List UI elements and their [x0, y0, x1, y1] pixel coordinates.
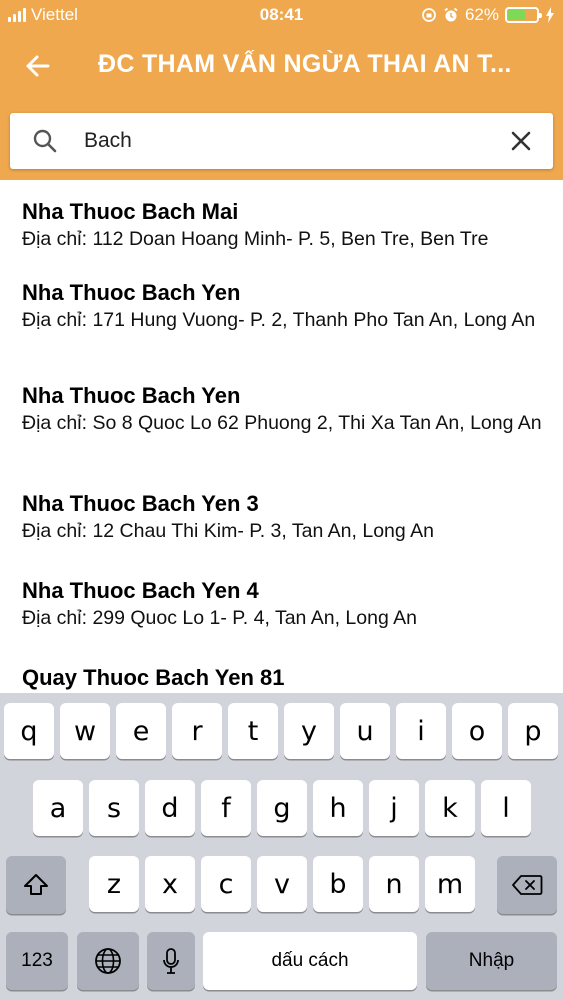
item-address: Địa chỉ: 112 Doan Hoang Minh- P. 5, Ben …: [22, 228, 489, 250]
app-header: Viettel 08:41 62% ĐC THAM VẤN NGỪA THAI …: [0, 0, 563, 180]
key-e[interactable]: e: [116, 703, 166, 759]
key-h[interactable]: h: [313, 780, 363, 836]
numbers-key[interactable]: 123: [6, 932, 68, 990]
key-k[interactable]: k: [425, 780, 475, 836]
results-list: Nha Thuoc Bach Mai Địa chỉ: 112 Doan Hoa…: [0, 180, 563, 695]
key-c[interactable]: c: [201, 856, 251, 912]
key-a[interactable]: a: [33, 780, 83, 836]
item-name: Nha Thuoc Bach Yen: [22, 383, 241, 408]
key-r[interactable]: r: [172, 703, 222, 759]
key-y[interactable]: y: [284, 703, 334, 759]
key-v[interactable]: v: [257, 856, 307, 912]
list-item[interactable]: Nha Thuoc Bach Yen 3 Địa chỉ: 12 Chau Th…: [22, 490, 542, 544]
page-title: ĐC THAM VẤN NGỪA THAI AN T...: [98, 50, 512, 78]
search-input[interactable]: [84, 123, 484, 159]
list-item[interactable]: Nha Thuoc Bach Mai Địa chỉ: 112 Doan Hoa…: [22, 198, 542, 252]
key-d[interactable]: d: [145, 780, 195, 836]
key-t[interactable]: t: [228, 703, 278, 759]
key-w[interactable]: w: [60, 703, 110, 759]
key-f[interactable]: f: [201, 780, 251, 836]
key-l[interactable]: l: [481, 780, 531, 836]
key-g[interactable]: g: [257, 780, 307, 836]
item-address: Địa chỉ: 171 Hung Vuong- P. 2, Thanh Pho…: [22, 309, 536, 331]
key-x[interactable]: x: [145, 856, 195, 912]
on-screen-keyboard: q w e r t y u i o p a s d f g h j k l z …: [0, 693, 563, 1000]
key-m[interactable]: m: [425, 856, 475, 912]
item-name: Nha Thuoc Bach Yen: [22, 280, 241, 305]
list-item[interactable]: Nha Thuoc Bach Yen Địa chỉ: So 8 Quoc Lo…: [22, 382, 542, 436]
key-b[interactable]: b: [313, 856, 363, 912]
battery-icon: [505, 7, 542, 23]
orientation-lock-icon: [422, 8, 436, 22]
key-n[interactable]: n: [369, 856, 419, 912]
close-icon[interactable]: [509, 129, 533, 153]
shift-key[interactable]: [6, 856, 66, 914]
item-name: Nha Thuoc Bach Yen 4: [22, 578, 259, 603]
app-bar: ĐC THAM VẤN NGỪA THAI AN T...: [0, 36, 563, 98]
list-item[interactable]: Quay Thuoc Bach Yen 81: [22, 664, 542, 692]
item-name: Quay Thuoc Bach Yen 81: [22, 665, 285, 690]
list-item[interactable]: Nha Thuoc Bach Yen Địa chỉ: 171 Hung Vuo…: [22, 279, 542, 333]
key-s[interactable]: s: [89, 780, 139, 836]
item-address: Địa chỉ: 299 Quoc Lo 1- P. 4, Tan An, Lo…: [22, 607, 417, 629]
space-key[interactable]: dấu cách: [203, 932, 417, 990]
backspace-key[interactable]: [497, 856, 557, 914]
return-key[interactable]: Nhập: [426, 932, 557, 990]
globe-key[interactable]: [77, 932, 139, 990]
status-bar: Viettel 08:41 62%: [0, 0, 563, 30]
charging-icon: [546, 7, 554, 23]
list-item[interactable]: Nha Thuoc Bach Yen 4 Địa chỉ: 299 Quoc L…: [22, 577, 542, 631]
microphone-icon: [163, 948, 179, 974]
key-q[interactable]: q: [4, 703, 54, 759]
item-address: Địa chỉ: So 8 Quoc Lo 62 Phuong 2, Thi X…: [22, 412, 542, 434]
item-address: Địa chỉ: 12 Chau Thi Kim- P. 3, Tan An, …: [22, 520, 434, 542]
search-icon: [33, 129, 57, 153]
key-z[interactable]: z: [89, 856, 139, 912]
battery-percent: 62%: [464, 5, 499, 24]
shift-icon: [24, 874, 48, 895]
microphone-key[interactable]: [147, 932, 195, 990]
item-name: Nha Thuoc Bach Mai: [22, 199, 239, 224]
key-i[interactable]: i: [396, 703, 446, 759]
arrow-left-icon[interactable]: [22, 50, 54, 82]
alarm-icon: [444, 7, 458, 22]
search-bar[interactable]: [10, 113, 553, 169]
backspace-icon: [512, 875, 543, 895]
globe-icon: [95, 948, 121, 974]
item-name: Nha Thuoc Bach Yen 3: [22, 491, 259, 516]
key-u[interactable]: u: [340, 703, 390, 759]
key-j[interactable]: j: [369, 780, 419, 836]
key-o[interactable]: o: [452, 703, 502, 759]
key-p[interactable]: p: [508, 703, 558, 759]
